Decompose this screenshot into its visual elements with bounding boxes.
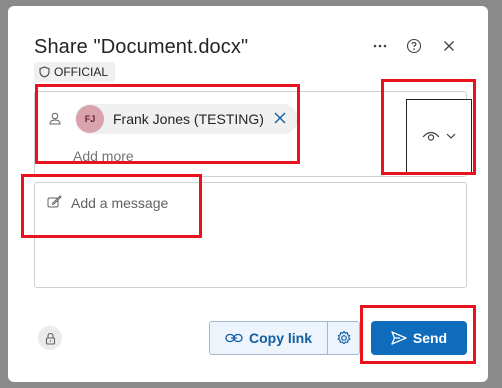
close-icon [274,112,286,124]
remove-recipient-button[interactable] [274,112,288,126]
send-label: Send [412,330,448,346]
add-more-input[interactable] [73,148,223,164]
avatar: FJ [76,105,104,133]
copy-link-group: Copy link [209,321,360,355]
lock-icon [45,332,55,345]
dialog-title: Share "Document.docx" [34,36,249,58]
person-icon [49,112,61,125]
eye-icon [422,131,440,141]
close-button[interactable] [438,35,460,57]
message-placeholder: Add a message [71,195,169,211]
link-settings-button[interactable] [327,322,359,354]
close-icon [444,41,454,51]
share-dialog: Share "Document.docx" OFFICIAL FJ Frank … [8,6,488,382]
copy-link-label: Copy link [248,330,312,346]
permissions-dropdown[interactable] [406,99,472,173]
more-options-button[interactable] [369,35,391,57]
shield-icon [39,66,50,78]
link-icon [225,333,243,343]
sensitivity-label: OFFICIAL [54,65,109,79]
help-circle-icon [406,38,422,54]
send-button[interactable]: Send [371,321,467,355]
more-horizontal-icon [373,44,387,48]
copy-link-button[interactable]: Copy link [210,322,327,354]
recipients-field[interactable]: FJ Frank Jones (TESTING) [34,91,472,177]
send-icon [391,331,407,345]
edit-icon [47,195,62,208]
gear-icon [336,330,351,345]
recipient-chip[interactable]: FJ Frank Jones (TESTING) [75,104,298,134]
recipient-name: Frank Jones (TESTING) [113,111,264,127]
message-field[interactable]: Add a message [34,182,467,288]
chevron-down-icon [446,133,456,139]
sensitivity-badge: OFFICIAL [34,62,116,82]
help-button[interactable] [403,35,425,57]
link-lock-button[interactable] [38,326,62,350]
